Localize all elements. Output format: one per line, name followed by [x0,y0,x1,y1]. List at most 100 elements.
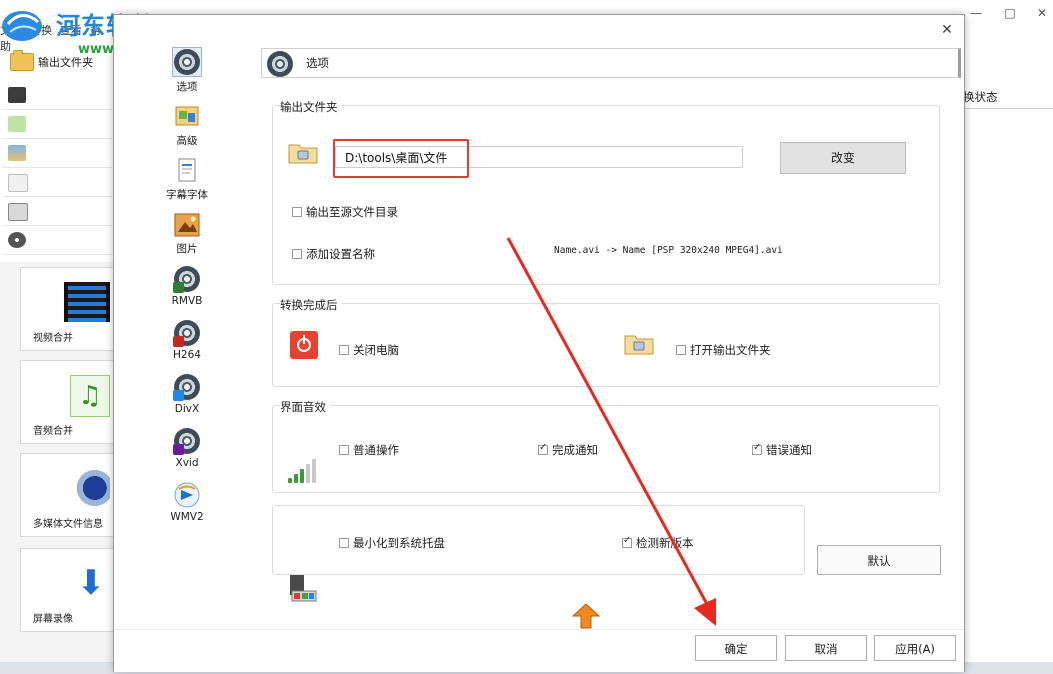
media-info-icon [72,468,110,508]
checkbox-label: 打开输出文件夹 [690,343,771,357]
media-type-document[interactable] [2,169,112,197]
shutdown-checkbox[interactable]: 关闭电脑 [339,342,399,358]
checkbox-label: 添加设置名称 [306,247,375,261]
ok-button[interactable]: 确定 [695,635,777,661]
nav-label: WMV2 [170,511,204,523]
nav-label: 高级 [176,135,198,147]
open-folder-icon [624,331,654,358]
drive-icon [8,203,28,221]
nav-label: RMVB [171,295,203,307]
tool-tiles: 视频合并 ♫ 音频合并 多媒体文件信息 ⬇ 屏幕录像 [0,262,117,674]
options-dialog: ✕ 选项 高级 字幕字体 图片 RMVB H264 DivX Xvid WMV2… [113,14,965,672]
filename-sample: Name.avi -> Name [PSP 320x240 MPEG4].avi [554,245,783,256]
download-arrow-icon: ⬇ [76,563,106,603]
checkbox-label: 错误通知 [766,443,812,457]
tile-label: 屏幕录像 [33,614,73,625]
checkbox-box[interactable] [292,249,302,259]
tile-label: 多媒体文件信息 [33,519,103,530]
picture-icon [173,211,201,239]
check-version-checkbox[interactable]: 检测新版本 [622,535,694,551]
folder-icon [10,50,34,71]
options-header-tab: 选项 [261,48,961,78]
cancel-button[interactable]: 取消 [785,635,867,661]
apply-button[interactable]: 应用(A) [874,635,956,661]
nav-item-wmv2[interactable]: WMV2 [164,481,210,531]
image-landscape-icon [8,145,26,161]
tile-label: 视频合并 [33,333,73,344]
nav-item-options[interactable]: 选项 [164,47,210,97]
nav-label: H264 [173,349,201,361]
ui-sound-group-title: 界面音效 [280,399,330,415]
document-icon [8,174,28,192]
nav-item-rmvb[interactable]: RMVB [164,265,210,315]
minimize-tray-checkbox[interactable]: 最小化到系统托盘 [339,535,445,551]
checkbox-box[interactable] [538,442,548,455]
wmv2-icon [173,481,201,509]
output-folder-group-title: 输出文件夹 [280,99,342,115]
path-highlight-box [333,139,469,178]
output-folder-icon [288,140,318,167]
tile-media-info[interactable]: 多媒体文件信息 [20,453,117,537]
signal-bars-icon [288,459,316,483]
rmvb-reel-icon [173,265,201,293]
options-header-label: 选项 [306,56,329,70]
done-notify-checkbox[interactable]: 完成通知 [538,442,598,458]
power-icon [290,331,318,359]
tile-audio-merge[interactable]: ♫ 音频合并 [20,360,117,444]
checkbox-box[interactable] [622,535,632,548]
audio-note-icon [8,116,26,132]
checkbox-label: 完成通知 [552,443,598,457]
minimize-button[interactable]: — [968,6,984,20]
media-type-image[interactable] [2,140,112,168]
checkbox-label: 最小化到系统托盘 [353,536,445,550]
maximize-button[interactable]: □ [1002,6,1018,20]
video-clapper-icon [8,87,26,103]
checkbox-box[interactable] [292,207,302,217]
film-strip-icon [64,282,110,322]
checkbox-box[interactable] [676,345,686,355]
music-note-icon: ♫ [70,375,110,417]
subtitle-font-icon [173,157,201,185]
options-header-icon [266,50,293,77]
disc-reel-icon [8,232,26,248]
default-button[interactable]: 默认 [817,545,941,575]
site-logo-icon [2,11,42,41]
media-type-list [0,82,115,255]
nav-item-advanced[interactable]: 高级 [164,103,210,153]
after-conversion-group-title: 转换完成后 [280,297,342,313]
nav-label: DivX [174,403,200,415]
nav-item-divx[interactable]: DivX [164,373,210,423]
checkbox-label: 输出至源文件目录 [306,205,398,219]
to-source-dir-checkbox[interactable]: 输出至源文件目录 [292,204,398,220]
nav-item-xvid[interactable]: Xvid [164,427,210,477]
checkbox-label: 关闭电脑 [353,343,399,357]
nav-item-h264[interactable]: H264 [164,319,210,369]
close-app-button[interactable]: ✕ [1034,6,1050,20]
status-column-header[interactable]: 换状态 [963,86,1053,109]
nav-item-picture[interactable]: 图片 [164,211,210,261]
normal-op-checkbox[interactable]: 普通操作 [339,442,399,458]
media-type-drive[interactable] [2,198,112,226]
nav-label: 字幕字体 [166,189,208,201]
checkbox-box[interactable] [339,345,349,355]
media-type-audio[interactable] [2,111,112,139]
tile-screen-record[interactable]: ⬇ 屏幕录像 [20,548,117,632]
tile-video-merge[interactable]: 视频合并 [20,267,117,351]
media-type-disc[interactable] [2,227,112,255]
open-output-checkbox[interactable]: 打开输出文件夹 [676,342,771,358]
nav-label: Xvid [175,457,199,469]
change-folder-button[interactable]: 改变 [780,142,906,174]
options-reel-icon [172,47,202,77]
add-setting-name-checkbox[interactable]: 添加设置名称 [292,246,375,262]
dialog-close-button[interactable]: ✕ [938,21,956,39]
media-type-video[interactable] [2,82,112,110]
nav-item-subtitle-font[interactable]: 字幕字体 [164,157,210,207]
checkbox-box[interactable] [752,442,762,455]
checkbox-box[interactable] [339,445,349,455]
nav-label: 选项 [176,81,198,93]
checkbox-box[interactable] [339,538,349,548]
system-tray-icon [288,573,318,603]
update-arrow-icon [571,603,601,629]
checkbox-label: 检测新版本 [636,536,694,550]
error-notify-checkbox[interactable]: 错误通知 [752,442,812,458]
